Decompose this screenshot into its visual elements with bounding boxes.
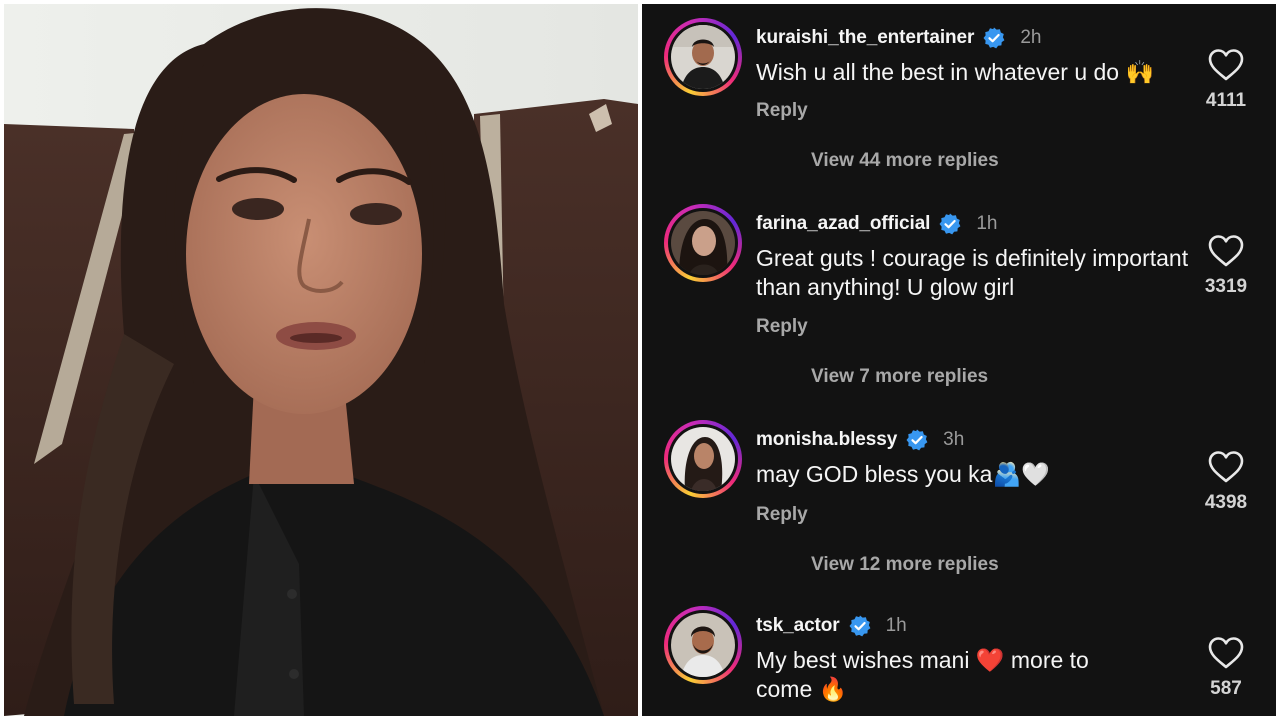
story-ring[interactable] [664, 18, 742, 96]
view-more-replies-button[interactable]: View 44 more replies [811, 150, 999, 172]
like-count: 587 [1210, 678, 1242, 699]
woman-speaking-illustration [4, 4, 638, 716]
comment-time: 2h [1020, 27, 1042, 48]
comment-text: My best wishes mani ❤️ more to come 🔥 [756, 647, 1089, 702]
verified-badge-icon [849, 615, 870, 637]
like-count: 4398 [1204, 492, 1248, 513]
verified-badge-icon [939, 213, 961, 235]
comment-time: 1h [976, 213, 998, 234]
like-count: 3319 [1204, 276, 1248, 297]
comment-username[interactable]: monisha.blessy [756, 429, 897, 451]
heart-outline-icon[interactable] [1207, 450, 1245, 484]
story-ring[interactable] [664, 204, 742, 282]
comment-item: farina_azad_official 1h Great guts ! cou… [642, 204, 1276, 404]
comment-item: kuraishi_the_entertainer 2h Wish u all t… [642, 18, 1276, 190]
verified-badge-icon [983, 27, 1005, 49]
view-more-replies-button[interactable]: View 7 more replies [811, 366, 988, 388]
avatar-woman-long-hair [671, 427, 735, 491]
like-count: 4111 [1205, 90, 1247, 111]
avatar-woman-dark-hair [671, 211, 735, 275]
comment-item: tsk_actor 1h My best wishes mani ❤️ more… [642, 606, 1276, 716]
comment-text: Wish u all the best in whatever u do 🙌 [756, 59, 1155, 85]
reply-button[interactable]: Reply [756, 100, 808, 122]
story-ring[interactable] [664, 420, 742, 498]
avatar-man-black-shirt [671, 25, 735, 89]
avatar-man-beard [671, 613, 735, 677]
comment-time: 3h [943, 429, 965, 450]
heart-outline-icon[interactable] [1207, 636, 1245, 670]
comment-text: Great guts ! courage is definitely impor… [756, 245, 1189, 300]
reply-button[interactable]: Reply [756, 316, 808, 338]
verified-badge-icon [906, 429, 928, 451]
video-frame-photo [4, 4, 638, 716]
comment-username[interactable]: farina_azad_official [756, 213, 930, 235]
comment-time: 1h [885, 615, 907, 636]
heart-outline-icon[interactable] [1207, 234, 1245, 268]
story-ring[interactable] [664, 606, 742, 684]
view-more-replies-button[interactable]: View 12 more replies [811, 554, 999, 576]
reply-button[interactable]: Reply [756, 504, 808, 526]
comment-text: may GOD bless you ka🫂🤍 [756, 461, 1050, 487]
heart-outline-icon[interactable] [1207, 48, 1245, 82]
comment-item: monisha.blessy 3h may GOD bless you ka🫂🤍… [642, 420, 1276, 592]
comment-username[interactable]: tsk_actor [756, 615, 840, 637]
comments-panel: kuraishi_the_entertainer 2h Wish u all t… [642, 4, 1276, 716]
comment-username[interactable]: kuraishi_the_entertainer [756, 27, 974, 49]
